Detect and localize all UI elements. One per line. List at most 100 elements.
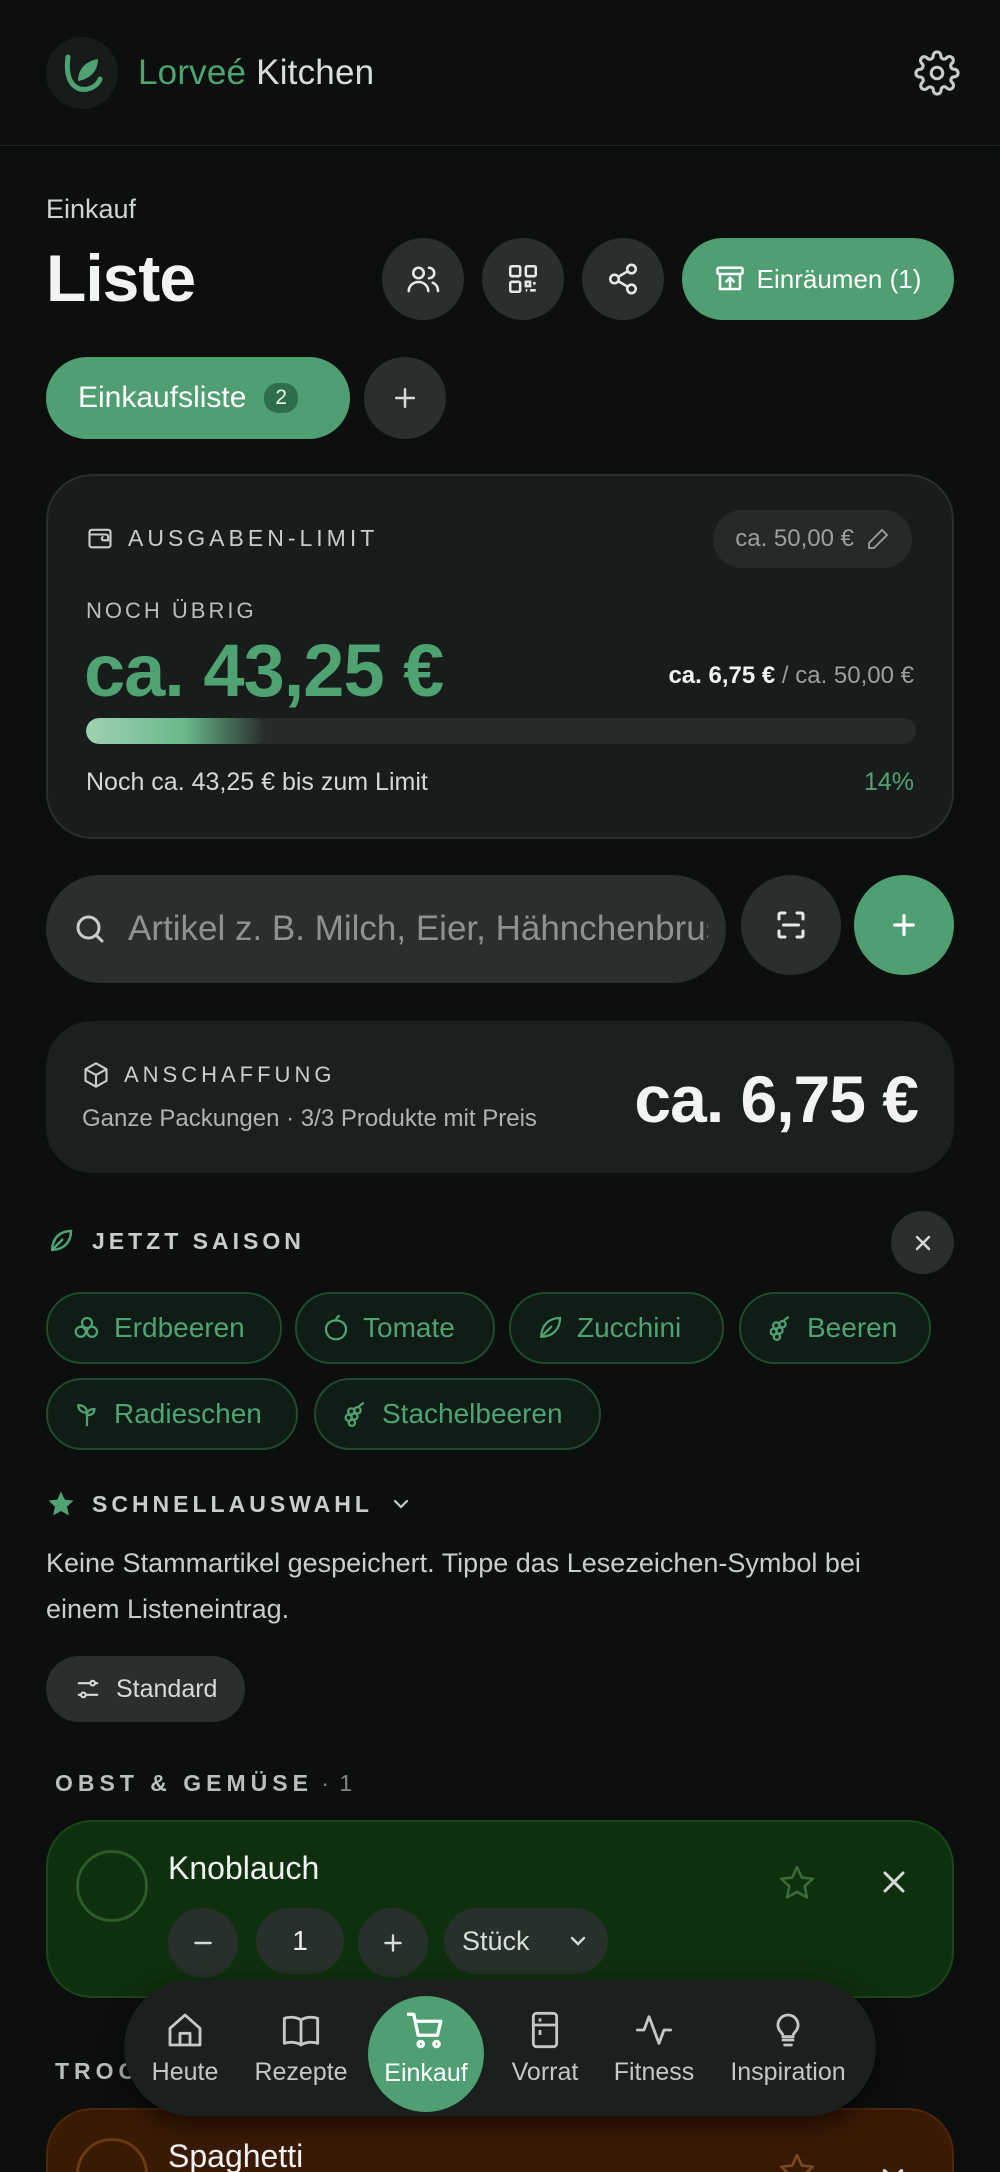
tab-label: Einkaufsliste	[78, 381, 247, 414]
season-heading: JETZT SAISON	[46, 1226, 305, 1256]
add-list-button[interactable]	[364, 357, 446, 439]
close-season-button[interactable]	[891, 1211, 954, 1274]
increase-quantity-button[interactable]	[358, 1908, 428, 1978]
season-chip[interactable]: Radieschen	[46, 1378, 298, 1450]
item-name: Spaghetti	[168, 2138, 304, 2172]
archive-icon	[715, 266, 744, 291]
brand-name-rest: Kitchen	[256, 52, 375, 92]
season-chip[interactable]: Erdbeeren	[46, 1292, 282, 1364]
season-chip[interactable]: Zucchini	[509, 1292, 724, 1364]
grapes-icon	[769, 1315, 790, 1341]
budget-progress-bar	[86, 718, 916, 744]
qr-code-button[interactable]	[482, 238, 564, 320]
limit-pill-value: ca. 50,00 €	[735, 525, 854, 552]
bookmark-star-icon[interactable]	[778, 2152, 816, 2172]
budget-note: Noch ca. 43,25 € bis zum Limit	[86, 768, 428, 796]
unit-select[interactable]: Stück	[444, 1908, 608, 1974]
leaf-icon	[50, 1229, 73, 1252]
share-icon	[608, 263, 638, 295]
brand-logo-icon	[46, 36, 118, 109]
item-checkbox[interactable]	[76, 1850, 148, 1922]
expand-item-icon[interactable]	[876, 2158, 910, 2172]
spent-value: ca. 6,75 €	[668, 662, 776, 689]
season-chip[interactable]: Beeren	[739, 1292, 931, 1364]
preset-standard-button[interactable]: Standard	[46, 1656, 246, 1722]
acquisition-heading-text: ANSCHAFFUNG	[124, 1062, 336, 1087]
acquisition-card: ANSCHAFFUNG Ganze Packungen · 3/3 Produk…	[46, 1021, 954, 1173]
leaf-icon	[540, 1316, 562, 1338]
bookmark-star-icon[interactable]	[778, 1864, 816, 1907]
qr-code-icon	[508, 264, 538, 294]
acquisition-total: ca. 6,75 €	[634, 1062, 919, 1136]
nav-item-label: Vorrat	[511, 2057, 579, 2086]
users-icon	[407, 266, 440, 293]
season-chip-label: Stachelbeeren	[382, 1398, 563, 1429]
breadcrumb: Einkauf	[46, 194, 137, 224]
scan-icon	[777, 911, 805, 939]
quick-select-empty-text: Keine Stammartikel gespeichert. Tippe da…	[46, 1548, 861, 1624]
search-bar	[46, 875, 726, 983]
stash-items-label: Einräumen (1)	[756, 263, 922, 294]
unit-select-value: Stück	[462, 1925, 530, 1956]
budget-card: AUSGABEN-LIMIT ca. 50,00 € NOCH ÜBRIG ca…	[46, 474, 954, 839]
remove-item-icon[interactable]	[876, 1864, 912, 1905]
edit-limit-button[interactable]: ca. 50,00 €	[713, 510, 912, 568]
category-name: OBST & GEMÜSE	[55, 1770, 313, 1796]
quick-select-toggle[interactable]: SCHNELLAUSWAHL	[46, 1489, 413, 1519]
item-checkbox[interactable]	[76, 2138, 148, 2172]
tab-shopping-list[interactable]: Einkaufsliste 2	[46, 357, 350, 439]
nav-item-label: Inspiration	[730, 2057, 846, 2086]
budget-heading-text: AUSGABEN-LIMIT	[128, 524, 379, 551]
category-heading: OBST & GEMÜSE · 1	[55, 1770, 354, 1797]
acquisition-heading: ANSCHAFFUNG	[82, 1061, 335, 1089]
nav-item-label: Einkauf	[384, 2058, 468, 2087]
budget-progress-fill	[86, 718, 267, 744]
brand-name-accent: Lorveé	[138, 52, 247, 92]
fridge-icon	[531, 2011, 559, 2048]
strawberry-icon	[74, 1316, 99, 1338]
quick-select-heading: SCHNELLAUSWAHL	[92, 1490, 373, 1517]
nav-item-rezepte[interactable]: Rezepte	[248, 1980, 354, 2116]
share-list-button[interactable]	[582, 238, 664, 320]
star-filled-icon	[48, 1491, 74, 1516]
quantity-value[interactable]: 1	[256, 1908, 344, 1974]
tomato-icon	[324, 1314, 348, 1341]
settings-gear-icon[interactable]	[914, 50, 960, 96]
item-name: Knoblauch	[168, 1850, 320, 1886]
nav-item-fitness[interactable]: Fitness	[604, 1980, 704, 2116]
plus-icon	[395, 388, 415, 408]
nav-item-inspiration[interactable]: Inspiration	[720, 1980, 856, 2116]
decrease-quantity-button[interactable]	[168, 1908, 238, 1978]
nav-item-label: Fitness	[613, 2057, 695, 2086]
search-input[interactable]	[128, 909, 708, 949]
season-chip-label: Erdbeeren	[114, 1312, 245, 1343]
list-item: Spaghetti	[46, 2108, 954, 2172]
app-header: Lorveé Kitchen	[0, 0, 1000, 146]
season-chip[interactable]: Stachelbeeren	[314, 1378, 601, 1450]
add-item-button[interactable]	[854, 875, 954, 975]
search-icon	[76, 915, 104, 943]
package-icon	[84, 1062, 108, 1088]
app-screen: Lorveé Kitchen Einkauf Liste Einräumen (…	[0, 0, 1000, 2172]
stash-items-button[interactable]: Einräumen (1)	[682, 238, 954, 320]
season-heading-text: JETZT SAISON	[92, 1227, 305, 1254]
category-count: · 1	[312, 1770, 355, 1796]
nav-item-einkauf[interactable]: Einkauf	[368, 1980, 484, 2116]
nav-item-heute[interactable]: Heute	[138, 1980, 232, 2116]
nav-item-label: Heute	[151, 2057, 219, 2086]
preset-standard-label: Standard	[116, 1674, 218, 1703]
plus-icon	[384, 1934, 402, 1952]
spent-ratio: ca. 6,75 € / ca. 50,00 €	[668, 662, 914, 690]
nav-item-vorrat[interactable]: Vorrat	[498, 1980, 592, 2116]
ratio-separator: /	[775, 662, 796, 689]
chevron-down-icon	[393, 1499, 408, 1509]
book-icon	[282, 2015, 320, 2046]
bottom-nav: Heute Rezepte Einkauf Vorrat Fitness Ins…	[124, 1980, 876, 2116]
plus-icon	[893, 914, 915, 936]
scan-barcode-button[interactable]	[741, 875, 841, 975]
acquisition-subtitle: Ganze Packungen · 3/3 Produkte mit Preis	[82, 1105, 537, 1132]
pencil-icon	[868, 528, 889, 549]
season-chip[interactable]: Tomate	[295, 1292, 495, 1364]
season-chip-label: Tomate	[363, 1312, 455, 1343]
share-with-users-button[interactable]	[382, 238, 464, 320]
